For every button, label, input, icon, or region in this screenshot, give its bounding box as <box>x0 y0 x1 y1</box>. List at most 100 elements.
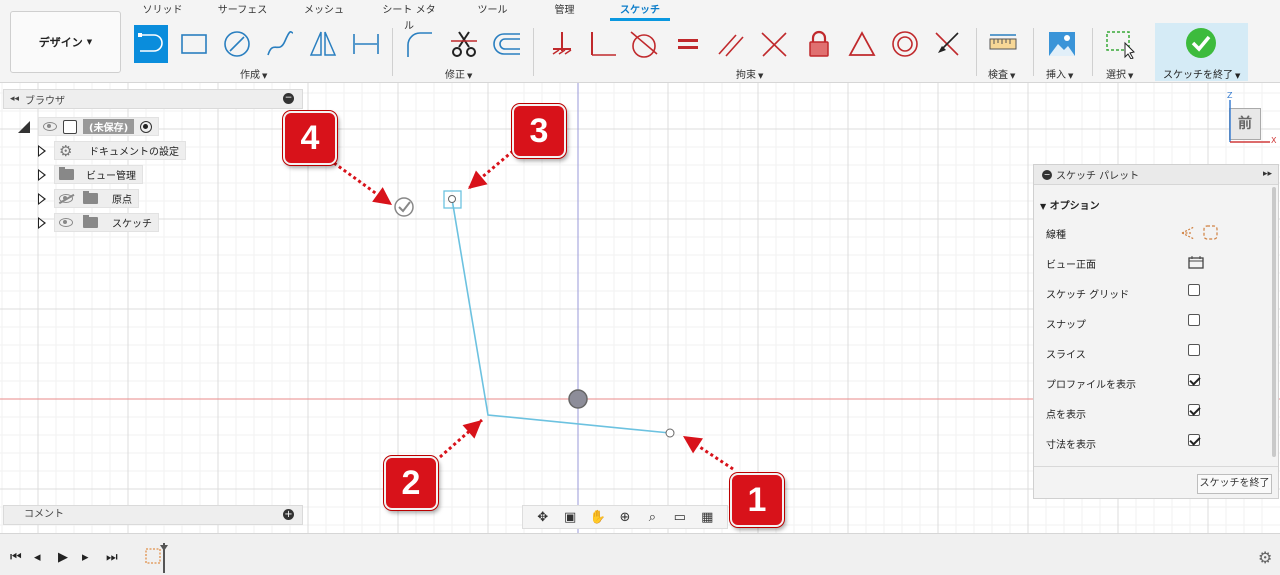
go-to-end-icon[interactable]: ⏭ <box>106 550 118 565</box>
option-show-profile: プロファイルを表示 <box>1046 373 1276 393</box>
collapse-double-arrow-icon[interactable]: ◂◂ <box>10 94 19 104</box>
tangent-tool-button[interactable] <box>627 25 661 63</box>
tab-mesh[interactable]: メッシュ <box>300 3 348 21</box>
trim-tool-button[interactable] <box>447 25 481 63</box>
component-icon <box>63 119 77 134</box>
gear-icon[interactable]: ⚙ <box>1258 548 1272 567</box>
zoom-icon[interactable]: ⊕ <box>617 509 633 525</box>
sketch-palette-title: スケッチ パレット <box>1056 171 1140 182</box>
grid-settings-icon[interactable]: ▦ <box>699 509 715 525</box>
expand-arrow-icon[interactable] <box>38 192 46 205</box>
browser-item-named-views[interactable]: ビュー管理 <box>38 165 143 184</box>
document-name: (未保存) <box>83 119 135 134</box>
tab-sheet-metal[interactable]: シート メタル <box>378 3 440 32</box>
separator <box>392 28 393 76</box>
go-to-start-icon[interactable]: ⏮ <box>10 550 22 565</box>
parallel-tool-button[interactable] <box>714 25 748 63</box>
midpoint-tool-button[interactable] <box>930 25 964 63</box>
palette-scrollbar[interactable] <box>1272 187 1276 457</box>
fillet-icon <box>407 32 432 57</box>
fix-tool-button[interactable] <box>802 25 836 63</box>
slice-checkbox[interactable] <box>1188 344 1200 356</box>
eye-icon[interactable] <box>59 218 73 227</box>
select-group-label[interactable]: 選択 ▼ <box>1106 66 1133 81</box>
sketch-grid-checkbox[interactable] <box>1188 284 1200 296</box>
options-section-header[interactable]: ▼ オプション <box>1040 197 1100 212</box>
workspace-switcher-button[interactable]: デザイン ▼ <box>10 11 121 73</box>
zoom-window-icon[interactable]: ⌕ <box>644 509 660 525</box>
activate-radio-icon[interactable] <box>140 120 153 133</box>
display-settings-icon[interactable]: ▭ <box>672 509 688 525</box>
show-profile-checkbox[interactable] <box>1188 374 1200 386</box>
line-tool-button[interactable] <box>134 25 168 63</box>
expand-arrow-icon[interactable] <box>38 144 46 157</box>
offset-icon <box>493 33 520 55</box>
offset-tool-button[interactable] <box>490 25 524 63</box>
select-button[interactable] <box>1103 25 1137 63</box>
finish-sketch-toolbar-button[interactable]: スケッチを終了 ▼ <box>1155 23 1248 81</box>
finish-sketch-button[interactable]: スケッチを終了 <box>1197 474 1272 494</box>
tab-tools[interactable]: ツール <box>475 3 510 21</box>
tab-manage[interactable]: 管理 <box>547 3 582 21</box>
browser-item-origin[interactable]: 原点 <box>38 189 139 208</box>
circle-tool-button[interactable] <box>220 25 254 63</box>
equal-tool-button[interactable] <box>671 25 705 63</box>
browser-item-document-settings[interactable]: ⚙ ドキュメントの設定 <box>38 141 186 160</box>
expand-arrow-icon[interactable] <box>38 216 46 229</box>
step-back-icon[interactable]: ◂ <box>34 550 41 565</box>
add-comment-icon[interactable]: + <box>283 509 294 520</box>
fillet-tool-button[interactable] <box>402 25 436 63</box>
spline-tool-button[interactable] <box>263 25 297 63</box>
collapse-minus-icon[interactable]: − <box>283 93 294 104</box>
step-forward-icon[interactable]: ▸ <box>82 550 89 565</box>
option-linetype: 線種 <box>1046 223 1276 243</box>
look-at-icon[interactable]: ▣ <box>562 509 578 525</box>
show-dimensions-checkbox[interactable] <box>1188 434 1200 446</box>
spline-icon <box>267 30 294 56</box>
browser-header[interactable]: ◂◂ ブラウザ − <box>3 89 303 109</box>
play-icon[interactable]: ▶ <box>58 550 68 565</box>
create-group-label[interactable]: 作成 ▼ <box>240 66 267 81</box>
callout-badge-4: 4 <box>283 111 337 165</box>
modify-group-label[interactable]: 修正 ▼ <box>445 66 472 81</box>
inspect-measure-button[interactable] <box>986 25 1020 63</box>
comments-bar[interactable]: コメント + <box>3 505 303 525</box>
inspect-group-label[interactable]: 検査 ▼ <box>988 66 1015 81</box>
snap-checkbox[interactable] <box>1188 314 1200 326</box>
sketch-palette-header[interactable]: − スケッチ パレット ▸▸ <box>1034 165 1278 185</box>
insert-group-label[interactable]: 挿入 ▼ <box>1046 66 1073 81</box>
folder-icon <box>83 215 98 228</box>
coincident-tool-button[interactable] <box>545 25 579 63</box>
perpendicular-icon <box>761 32 787 57</box>
browser-root-node[interactable]: (未保存) <box>18 117 160 136</box>
insert-image-button[interactable] <box>1045 25 1079 63</box>
dimension-tool-button[interactable] <box>349 25 383 63</box>
look-at-icon[interactable] <box>1188 254 1204 273</box>
expand-arrow-icon[interactable] <box>38 168 46 181</box>
rectangle-tool-button[interactable] <box>177 25 211 63</box>
tab-sketch[interactable]: スケッチ <box>610 3 670 21</box>
gear-icon: ⚙ <box>59 141 73 160</box>
symmetry-tool-button[interactable] <box>845 25 879 63</box>
horizontal-vertical-tool-button[interactable] <box>586 25 620 63</box>
coincident-icon <box>552 32 572 55</box>
eye-icon[interactable] <box>43 122 57 131</box>
orbit-icon[interactable]: ✥ <box>535 509 551 525</box>
expand-arrow-icon[interactable] <box>18 120 30 133</box>
eye-hidden-icon[interactable] <box>59 194 73 203</box>
constraints-group-label[interactable]: 拘束 ▼ <box>736 66 763 81</box>
show-points-checkbox[interactable] <box>1188 404 1200 416</box>
expand-double-arrow-icon[interactable]: ▸▸ <box>1263 169 1272 179</box>
collapse-minus-icon[interactable]: − <box>1042 169 1052 180</box>
linetype-icon[interactable] <box>1180 224 1220 245</box>
mirror-tool-button[interactable] <box>306 25 340 63</box>
callout-arrowhead <box>462 420 482 439</box>
tab-solid[interactable]: ソリッド <box>140 3 185 21</box>
pan-hand-icon[interactable]: ✋ <box>589 509 605 525</box>
browser-item-sketches[interactable]: スケッチ <box>38 213 159 232</box>
tab-surface[interactable]: サーフェス <box>215 3 270 21</box>
axis-z-label: Z <box>1227 91 1233 100</box>
perpendicular-tool-button[interactable] <box>757 25 791 63</box>
concentric-tool-button[interactable] <box>888 25 922 63</box>
timeline-sketch-feature[interactable] <box>144 543 174 573</box>
